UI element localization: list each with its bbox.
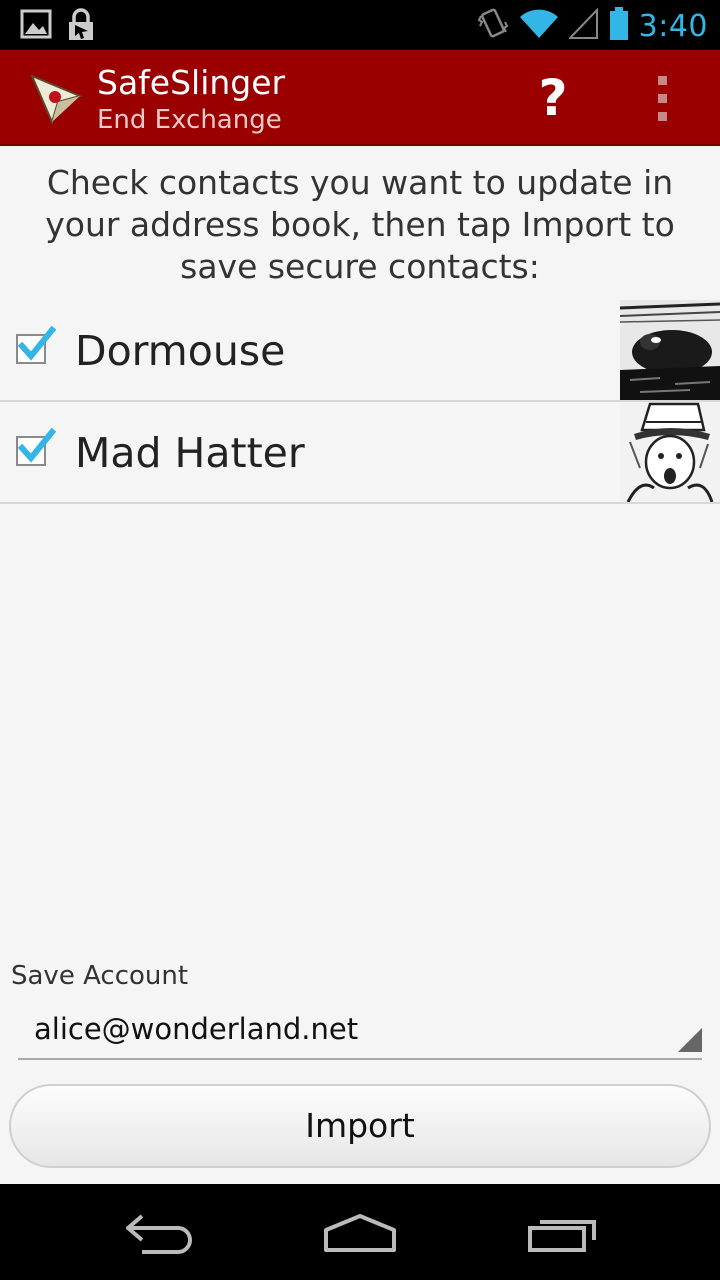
contact-photo-mad-hatter	[620, 402, 720, 502]
app-logo-icon[interactable]	[28, 70, 84, 130]
save-account-dropdown[interactable]: alice@wonderland.net	[18, 1004, 702, 1060]
contact-checkbox[interactable]	[16, 428, 56, 466]
action-bar: SafeSlinger End Exchange ?	[0, 50, 720, 146]
instructions-text: Check contacts you want to update in you…	[45, 163, 675, 286]
contact-checkbox[interactable]	[16, 326, 56, 364]
status-bar: 3:40	[0, 0, 720, 50]
save-account-label: Save Account	[11, 961, 189, 991]
status-time: 3:40	[638, 8, 708, 44]
dropdown-arrow-icon	[678, 1028, 702, 1056]
back-icon[interactable]	[120, 1210, 200, 1254]
save-account-value: alice@wonderland.net	[34, 1012, 359, 1046]
contact-photo-dormouse	[620, 300, 720, 400]
wifi-icon	[519, 8, 559, 44]
home-icon[interactable]	[320, 1210, 400, 1254]
cell-signal-icon	[567, 7, 599, 44]
image-notification-icon	[20, 8, 52, 46]
vibrate-icon	[477, 6, 509, 46]
screen: 3:40 SafeSlinger End Exchange ? Check co…	[0, 0, 720, 1280]
app-subtitle: End Exchange	[97, 105, 282, 135]
help-button[interactable]: ?	[523, 66, 583, 130]
contact-row-mad-hatter[interactable]: Mad Hatter	[0, 402, 720, 504]
contact-name: Dormouse	[75, 327, 286, 375]
contact-name: Mad Hatter	[75, 429, 305, 477]
battery-icon	[609, 7, 629, 45]
notification-icons	[20, 8, 96, 46]
main-content: Check contacts you want to update in you…	[0, 146, 720, 1184]
contact-row-dormouse[interactable]: Dormouse	[0, 300, 720, 402]
import-button[interactable]: Import	[9, 1084, 711, 1168]
navigation-bar	[0, 1184, 720, 1280]
app-title: SafeSlinger	[97, 63, 286, 102]
overflow-menu-icon[interactable]	[640, 66, 686, 130]
system-icons: 3:40	[477, 6, 708, 46]
recent-apps-icon[interactable]	[522, 1210, 602, 1254]
lock-notification-icon	[66, 8, 96, 46]
